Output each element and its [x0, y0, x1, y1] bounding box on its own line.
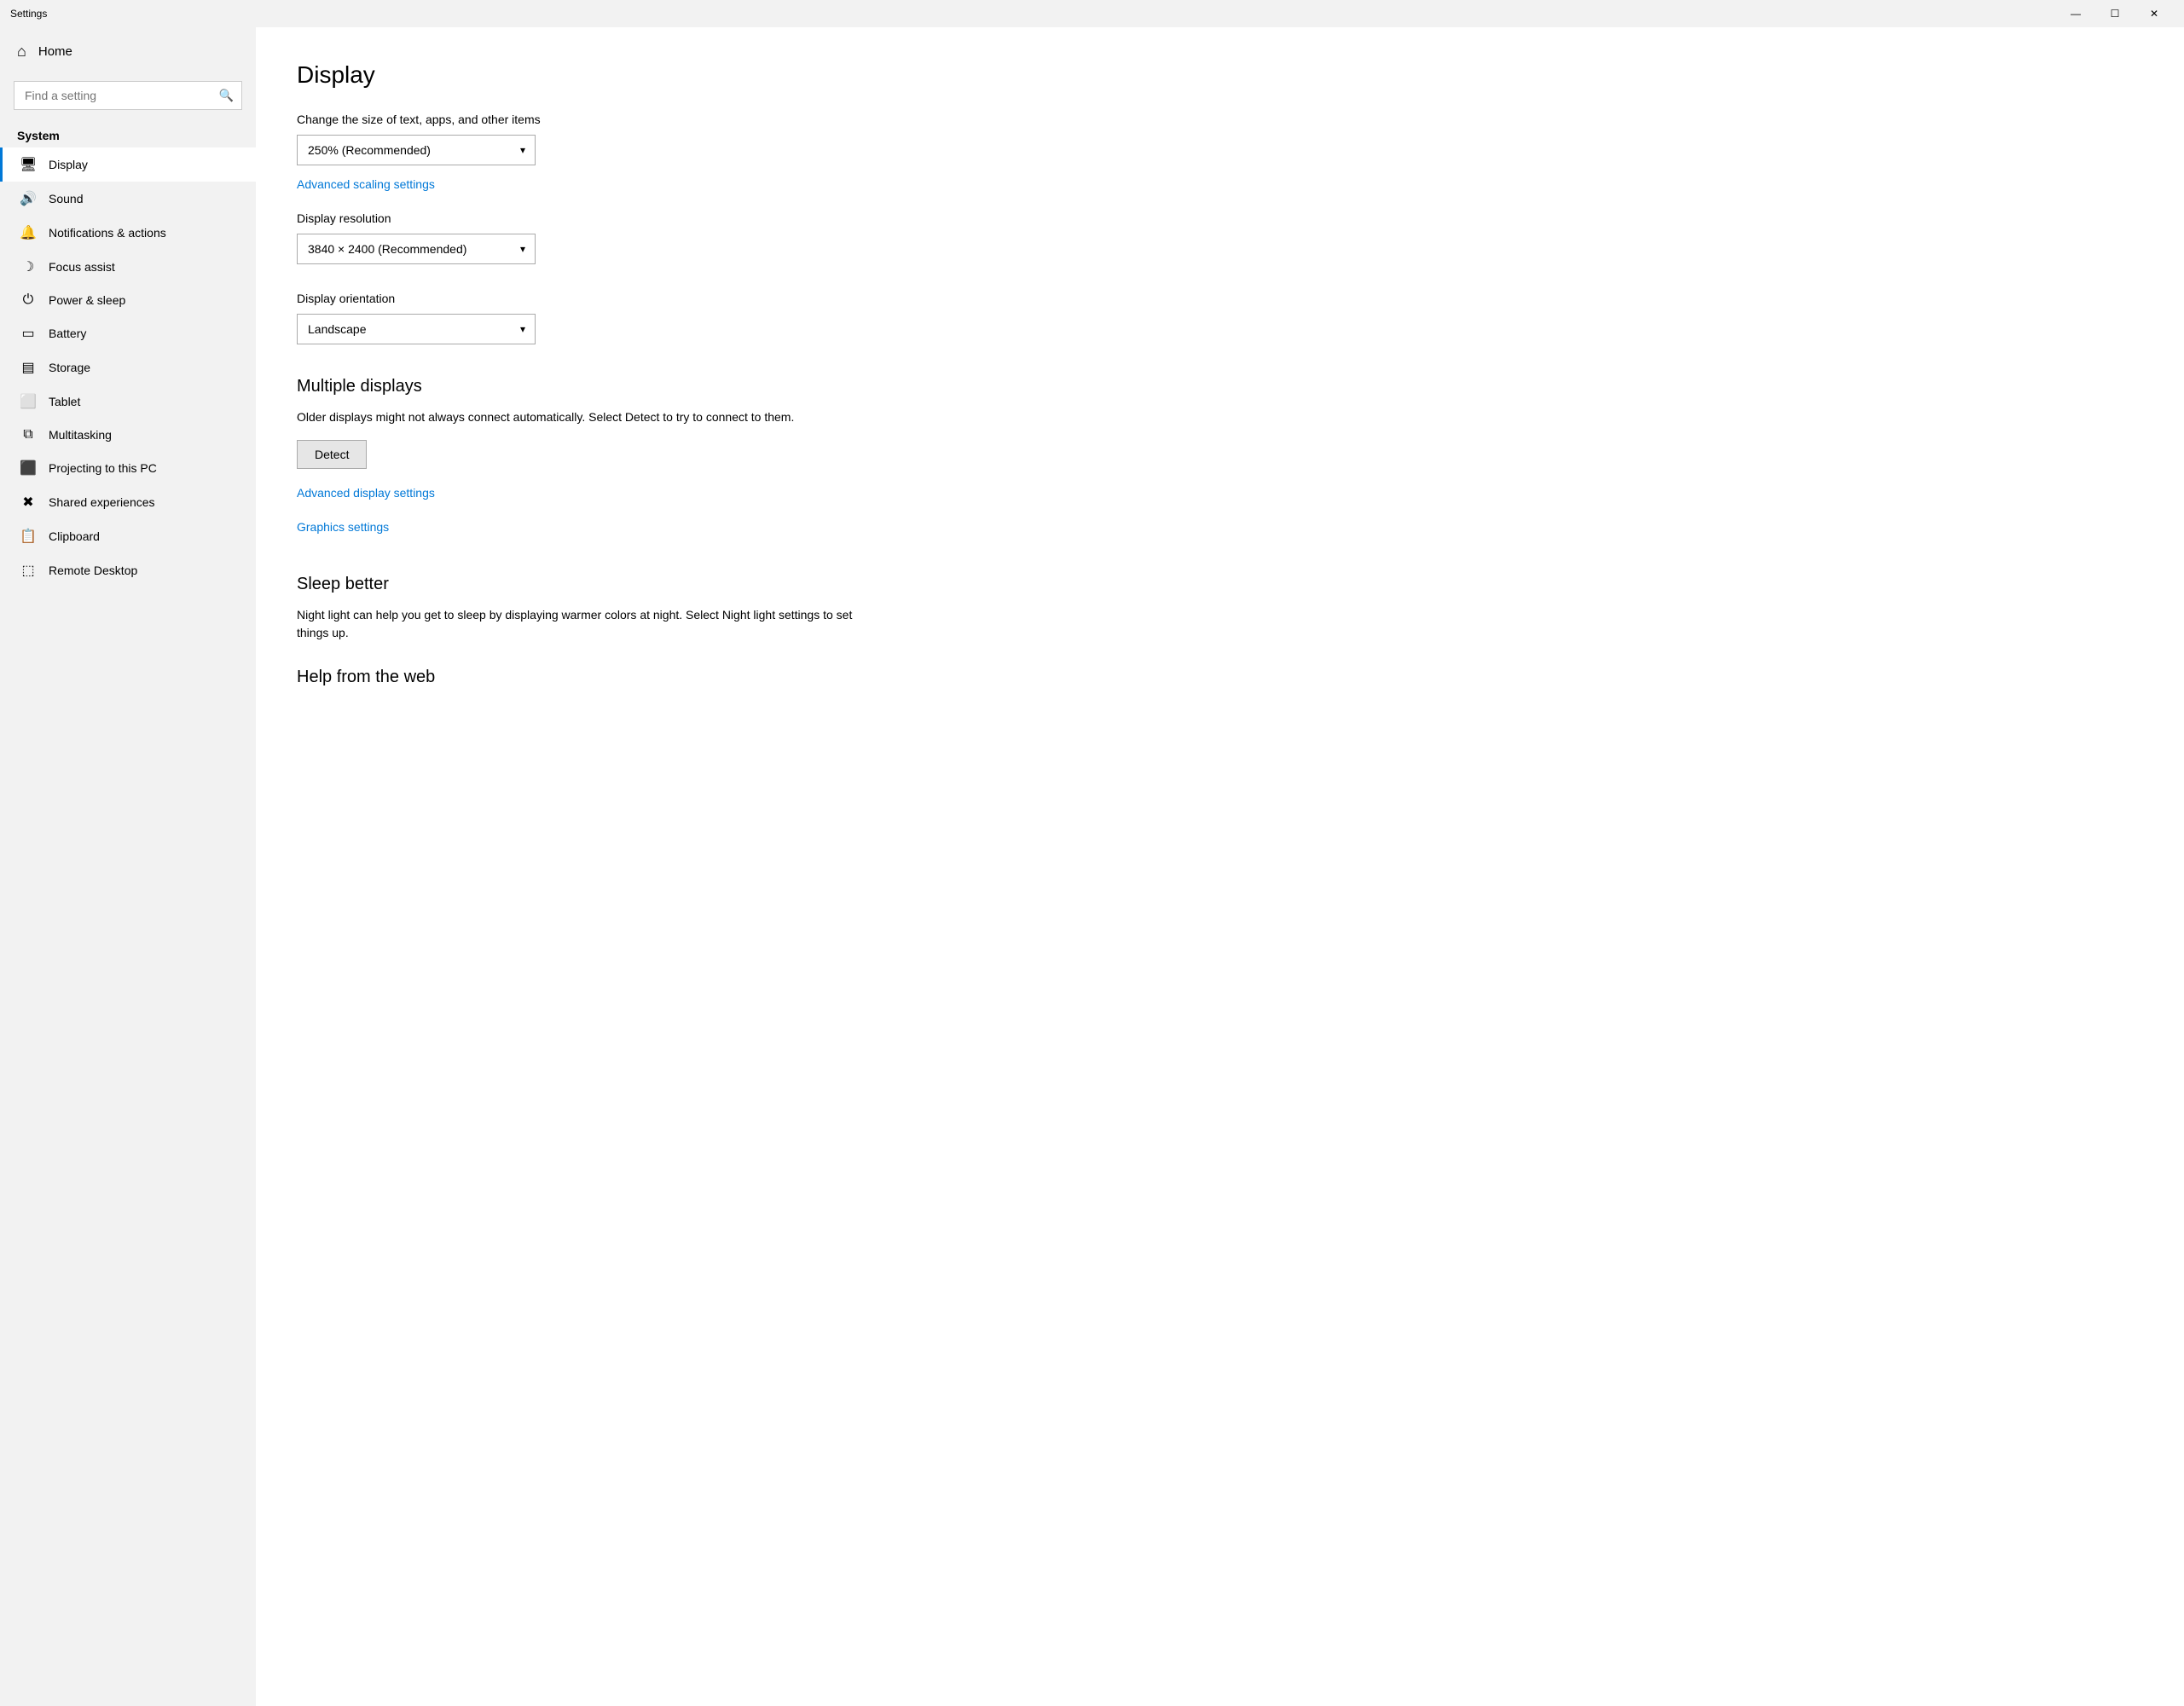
multiple-displays-section: Multiple displays Older displays might n…	[297, 377, 2143, 554]
orientation-dropdown-wrapper: Landscape Portrait Landscape (flipped) P…	[297, 314, 536, 344]
nav-label-projecting: Projecting to this PC	[49, 461, 157, 475]
sidebar-item-display[interactable]: 🖥 Display	[0, 147, 256, 182]
titlebar: Settings — ☐ ✕	[0, 0, 2184, 27]
nav-label-remote: Remote Desktop	[49, 564, 137, 577]
home-label: Home	[38, 44, 72, 59]
sidebar-item-home[interactable]: ⌂ Home	[0, 27, 256, 76]
nav-label-notifications: Notifications & actions	[49, 226, 166, 240]
sidebar-item-focus[interactable]: ☽ Focus assist	[0, 250, 256, 284]
orientation-label: Display orientation	[297, 292, 2143, 305]
multiple-displays-description: Older displays might not always connect …	[297, 408, 877, 426]
nav-label-multitasking: Multitasking	[49, 428, 112, 442]
nav-label-power: Power & sleep	[49, 293, 125, 307]
resolution-label: Display resolution	[297, 211, 2143, 225]
app-body: ⌂ Home 🔍 System 🖥 Display 🔊 Sound 🔔 Noti…	[0, 27, 2184, 1706]
sidebar-item-storage[interactable]: ▤ Storage	[0, 350, 256, 385]
nav-label-battery: Battery	[49, 327, 86, 340]
graphics-settings-link[interactable]: Graphics settings	[297, 520, 389, 534]
detect-button[interactable]: Detect	[297, 440, 367, 469]
nav-label-display: Display	[49, 158, 88, 171]
page-title: Display	[297, 61, 2143, 89]
search-box: 🔍	[14, 81, 242, 110]
advanced-scaling-link[interactable]: Advanced scaling settings	[297, 177, 435, 191]
content-area: Display Change the size of text, apps, a…	[256, 27, 2184, 1706]
nav-label-sound: Sound	[49, 192, 83, 205]
scale-dropdown[interactable]: 100% 125% 150% 175% 200% 225% 250% (Reco…	[297, 135, 536, 165]
advanced-display-link[interactable]: Advanced display settings	[297, 486, 435, 500]
shared-icon: ✖	[20, 494, 37, 511]
help-title: Help from the web	[297, 668, 2143, 687]
sleep-better-title: Sleep better	[297, 575, 2143, 594]
clipboard-icon: 📋	[20, 528, 37, 545]
nav-label-shared: Shared experiences	[49, 495, 155, 509]
focus-icon: ☽	[20, 258, 37, 275]
help-section: Help from the web	[297, 668, 2143, 687]
multiple-displays-title: Multiple displays	[297, 377, 2143, 396]
titlebar-controls: — ☐ ✕	[2056, 0, 2174, 27]
orientation-dropdown[interactable]: Landscape Portrait Landscape (flipped) P…	[297, 314, 536, 344]
multitasking-icon: ⧉	[20, 427, 37, 442]
minimize-button[interactable]: —	[2056, 0, 2095, 27]
sidebar-item-notifications[interactable]: 🔔 Notifications & actions	[0, 216, 256, 250]
sidebar-item-projecting[interactable]: ⬛ Projecting to this PC	[0, 451, 256, 485]
nav-label-focus: Focus assist	[49, 260, 115, 274]
sidebar-item-multitasking[interactable]: ⧉ Multitasking	[0, 419, 256, 451]
nav-label-tablet: Tablet	[49, 395, 80, 408]
nav-label-clipboard: Clipboard	[49, 529, 100, 543]
resolution-dropdown[interactable]: 1280 × 800 1920 × 1200 2560 × 1600 3840 …	[297, 234, 536, 264]
power-icon: ⏻	[20, 292, 37, 308]
sidebar-item-shared[interactable]: ✖ Shared experiences	[0, 485, 256, 519]
display-icon: 🖥	[20, 156, 37, 173]
storage-icon: ▤	[20, 359, 37, 376]
close-button[interactable]: ✕	[2135, 0, 2174, 27]
titlebar-title: Settings	[10, 8, 2056, 20]
system-section-title: System	[0, 122, 256, 147]
sidebar-item-power[interactable]: ⏻ Power & sleep	[0, 284, 256, 316]
sound-icon: 🔊	[20, 190, 37, 207]
search-input[interactable]	[14, 81, 242, 110]
battery-icon: ▭	[20, 325, 37, 342]
notifications-icon: 🔔	[20, 224, 37, 241]
sidebar-item-sound[interactable]: 🔊 Sound	[0, 182, 256, 216]
tablet-icon: ⬜	[20, 393, 37, 410]
resolution-dropdown-wrapper: 1280 × 800 1920 × 1200 2560 × 1600 3840 …	[297, 234, 536, 264]
projecting-icon: ⬛	[20, 460, 37, 477]
scale-label: Change the size of text, apps, and other…	[297, 113, 2143, 126]
sidebar-item-battery[interactable]: ▭ Battery	[0, 316, 256, 350]
nav-label-storage: Storage	[49, 361, 90, 374]
sleep-better-description: Night light can help you get to sleep by…	[297, 606, 877, 642]
restore-button[interactable]: ☐	[2095, 0, 2135, 27]
scale-dropdown-wrapper: 100% 125% 150% 175% 200% 225% 250% (Reco…	[297, 135, 536, 165]
sidebar-item-remote[interactable]: ⬚ Remote Desktop	[0, 553, 256, 587]
sidebar: ⌂ Home 🔍 System 🖥 Display 🔊 Sound 🔔 Noti…	[0, 27, 256, 1706]
home-icon: ⌂	[17, 43, 26, 61]
remote-icon: ⬚	[20, 562, 37, 579]
sidebar-item-clipboard[interactable]: 📋 Clipboard	[0, 519, 256, 553]
sidebar-item-tablet[interactable]: ⬜ Tablet	[0, 385, 256, 419]
sleep-better-section: Sleep better Night light can help you ge…	[297, 575, 2143, 642]
